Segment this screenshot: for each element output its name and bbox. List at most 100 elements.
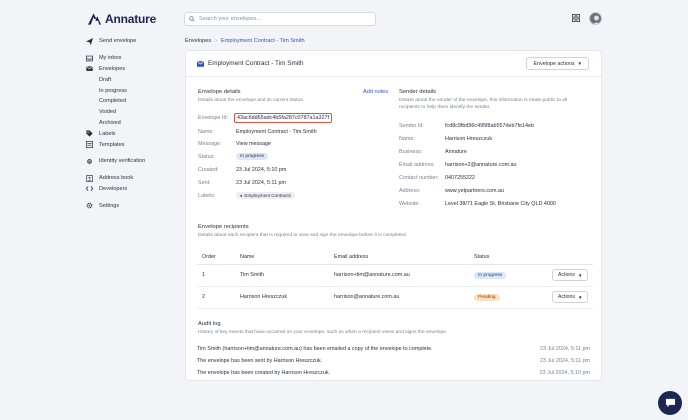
actions-label: Actions bbox=[558, 294, 576, 300]
field-value: fcd8c9fbd96c495f8ab557deb7fe14eb bbox=[445, 123, 535, 129]
annature-logo-icon bbox=[88, 13, 101, 25]
sidebar-item-label: Address book bbox=[99, 175, 134, 182]
search-input[interactable] bbox=[199, 16, 369, 22]
tag-icon: ● bbox=[240, 193, 243, 198]
sidebar-item-label: My inbox bbox=[99, 55, 122, 62]
top-bar: Annature bbox=[0, 0, 688, 38]
recipient-actions-button[interactable]: Actions ▼ bbox=[552, 269, 589, 281]
card-header: Employment Contract - Tim Smith Envelope… bbox=[186, 51, 601, 77]
field-label: Status: bbox=[198, 154, 215, 160]
sidebar-item-templates[interactable]: Templates bbox=[86, 139, 181, 150]
view-message-link[interactable]: View message bbox=[236, 141, 271, 147]
recipients-table: Order Name Email address Status 1 Tim Sm… bbox=[197, 250, 593, 309]
sidebar-item-label: Developers bbox=[99, 185, 128, 192]
send-icon bbox=[86, 37, 93, 45]
audit-event-time: 23 Jul 2024, 5:11 pm bbox=[540, 346, 590, 352]
sidebar: Send envelope My inbox Envelopes Draft I… bbox=[86, 36, 181, 211]
field-label: Sender Id: bbox=[399, 123, 424, 129]
sidebar-item-completed[interactable]: Completed bbox=[86, 96, 181, 107]
page-title: Employment Contract - Tim Smith bbox=[197, 60, 304, 67]
field-value: Annature bbox=[445, 149, 467, 155]
templates-icon bbox=[86, 141, 93, 149]
breadcrumb-envelopes[interactable]: Envelopes bbox=[185, 38, 211, 44]
field-label: Sent: bbox=[198, 180, 211, 186]
chat-button[interactable] bbox=[658, 391, 682, 415]
breadcrumb-current[interactable]: Employment Contract - Tim Smith bbox=[221, 38, 305, 44]
brand-logo[interactable]: Annature bbox=[88, 12, 156, 26]
sidebar-item-identity-verification[interactable]: Identity verification bbox=[86, 156, 181, 167]
sidebar-item-settings[interactable]: Settings bbox=[86, 200, 181, 211]
envelope-icon bbox=[86, 65, 93, 72]
sidebar-item-send-envelope[interactable]: Send envelope bbox=[86, 36, 181, 47]
code-icon bbox=[86, 185, 93, 192]
sidebar-subitem-label: Archived bbox=[99, 119, 121, 126]
envelope-details-title: Envelope details bbox=[198, 89, 241, 95]
column-header: Order bbox=[197, 250, 235, 265]
name-cell: Tim Smith bbox=[235, 264, 329, 287]
field-label: Message: bbox=[198, 141, 222, 147]
breadcrumb: Envelopes › Employment Contract - Tim Sm… bbox=[185, 38, 305, 44]
search-bar[interactable] bbox=[184, 12, 376, 26]
address-book-icon bbox=[86, 174, 93, 182]
recipients-title: Envelope recipients bbox=[198, 224, 249, 230]
sender-details-subtitle-1: Details about the sender of the envelope… bbox=[399, 98, 568, 103]
sender-details-subtitle-2: recipients to help them identify the sen… bbox=[399, 105, 491, 110]
sidebar-item-my-inbox[interactable]: My inbox bbox=[86, 53, 181, 64]
caret-down-icon: ▼ bbox=[578, 272, 583, 278]
caret-down-icon: ▼ bbox=[578, 294, 583, 300]
order-cell: 2 bbox=[197, 286, 235, 309]
search-icon bbox=[189, 16, 195, 22]
field-label: Business: bbox=[399, 149, 423, 155]
caret-down-icon: ▼ bbox=[577, 61, 582, 66]
envelope-actions-button[interactable]: Envelope actions ▼ bbox=[526, 57, 589, 70]
column-header: Email address bbox=[329, 250, 469, 265]
order-cell: 1 bbox=[197, 264, 235, 287]
apps-grid-icon[interactable] bbox=[572, 14, 580, 22]
audit-log-row: The envelope has been sent by Harrison H… bbox=[197, 358, 590, 364]
sidebar-subitem-label: Draft bbox=[99, 76, 112, 83]
sidebar-item-in-progress[interactable]: In progress bbox=[86, 85, 181, 96]
field-label: Website: bbox=[399, 201, 420, 207]
audit-log-title: Audit log bbox=[198, 321, 221, 327]
field-label: Name: bbox=[198, 129, 214, 135]
field-value: harrison+2@annature.com.au bbox=[445, 162, 517, 168]
tag-icon bbox=[86, 130, 93, 137]
envelope-card: Employment Contract - Tim Smith Envelope… bbox=[185, 50, 602, 381]
chat-icon bbox=[665, 398, 675, 408]
envelope-id-value[interactable]: 43ac6dd65adc4b5fa287c0787a1a327f bbox=[234, 113, 333, 123]
sidebar-item-labels[interactable]: Labels bbox=[86, 128, 181, 139]
sidebar-subitem-label: Completed bbox=[99, 98, 127, 105]
audit-event-text: The envelope has been sent by Harrison H… bbox=[197, 358, 323, 364]
field-label: Created: bbox=[198, 167, 219, 173]
label-tag[interactable]: ● Employment Contracts bbox=[236, 192, 295, 199]
table-row: 2 Harrison Hreszczuk harrison@annature.c… bbox=[197, 286, 593, 309]
add-notes-link[interactable]: Add notes bbox=[363, 89, 388, 95]
envelope-details-subtitle: Details about the envelope and its curre… bbox=[198, 98, 305, 103]
fingerprint-icon bbox=[86, 158, 93, 165]
sidebar-item-label: Settings bbox=[99, 202, 120, 209]
envelope-name-value: Employment Contract - Tim Smith bbox=[236, 129, 317, 135]
field-value: Level 38/71 Eagle St, Brisbane City QLD … bbox=[445, 201, 556, 207]
audit-log-row: The envelope has been created by Harriso… bbox=[197, 370, 590, 376]
sidebar-item-developers[interactable]: Developers bbox=[86, 184, 181, 195]
sidebar-item-archived[interactable]: Archived bbox=[86, 118, 181, 129]
field-value: Harrison Hreszczuk bbox=[445, 136, 493, 142]
recipient-actions-button[interactable]: Actions ▼ bbox=[552, 291, 589, 303]
inbox-icon bbox=[86, 55, 93, 62]
user-avatar[interactable] bbox=[589, 12, 602, 25]
sidebar-subitem-label: Voided bbox=[99, 109, 117, 116]
sidebar-item-label: Identity verification bbox=[99, 158, 146, 165]
envelope-details-section: Envelope details Details about the envel… bbox=[198, 89, 304, 104]
field-label: Name: bbox=[399, 136, 415, 142]
envelope-title: Employment Contract - Tim Smith bbox=[208, 60, 304, 67]
sidebar-item-address-book[interactable]: Address book bbox=[86, 173, 181, 184]
sidebar-item-label: Templates bbox=[99, 141, 125, 148]
audit-log-row: Tim Smith (harrison+tim@annature.com.au)… bbox=[197, 346, 590, 352]
brand-name: Annature bbox=[105, 12, 157, 26]
sidebar-item-label: Labels bbox=[99, 130, 116, 137]
table-header-row: Order Name Email address Status bbox=[197, 250, 593, 265]
sent-value: 23 Jul 2024, 5:11 pm bbox=[236, 180, 286, 186]
sidebar-item-envelopes[interactable]: Envelopes bbox=[86, 64, 181, 75]
sidebar-item-draft[interactable]: Draft bbox=[86, 74, 181, 85]
sidebar-item-voided[interactable]: Voided bbox=[86, 107, 181, 118]
